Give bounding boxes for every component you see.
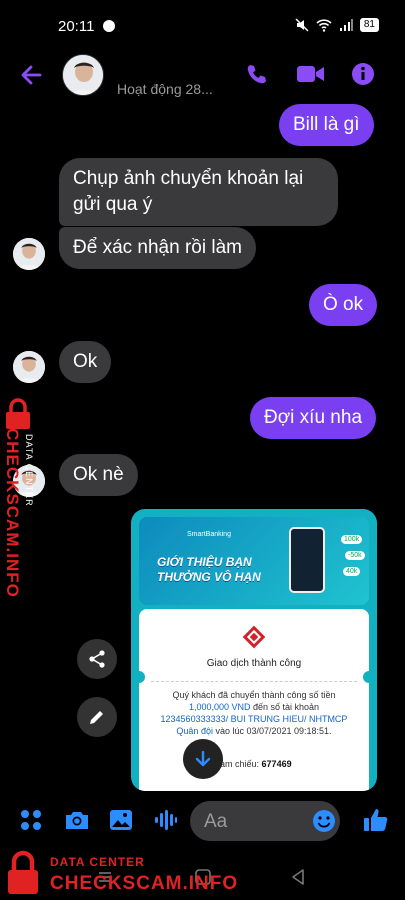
message-incoming[interactable]: Ok nè (59, 454, 138, 496)
edit-button[interactable] (77, 697, 117, 737)
gallery-icon[interactable] (109, 809, 133, 831)
transfer-receipt: Giao dịch thành công Quý khách đã chuyển… (133, 609, 375, 791)
phone-icon[interactable] (245, 62, 269, 86)
status-bar: 20:11 81 (0, 0, 405, 52)
message-incoming[interactable]: Để xác nhận rồi làm (59, 227, 256, 269)
active-status: Hoạt động 28... (117, 81, 213, 97)
sender-avatar[interactable] (13, 238, 45, 270)
messenger-notification-icon (103, 20, 115, 32)
share-button[interactable] (77, 639, 117, 679)
status-icons: 81 (295, 18, 379, 32)
emoji-icon[interactable] (312, 809, 336, 833)
message-composer: Aa (0, 795, 405, 847)
message-incoming[interactable]: Ok (59, 341, 112, 383)
apps-icon[interactable] (20, 809, 42, 831)
microphone-icon[interactable] (154, 809, 178, 831)
receipt-title: Giao dịch thành công (206, 658, 302, 669)
banner-chip: 100k (341, 535, 363, 544)
back-arrow-icon[interactable] (18, 62, 44, 88)
pencil-icon (90, 711, 103, 724)
contact-avatar[interactable] (62, 54, 104, 96)
battery-level: 81 (359, 18, 379, 32)
status-time: 20:11 (58, 18, 95, 35)
receipt-body: Quý khách đã chuyển thành công số tiền 1… (160, 690, 348, 736)
sender-avatar[interactable] (13, 351, 45, 383)
bank-logo (242, 625, 266, 649)
back-nav-icon[interactable] (290, 868, 306, 886)
promo-banner: SmartBanking GIỚI THIỆU BẠN THƯỞNG VÔ HẠ… (139, 517, 369, 605)
image-attachment[interactable]: SmartBanking GIỚI THIỆU BẠN THƯỞNG VÔ HẠ… (131, 509, 377, 791)
message-outgoing[interactable]: Ò ok (309, 284, 378, 326)
watermark-bottom: DATA CENTER CHECKSCAM.INFO (0, 848, 250, 900)
phone-illustration (289, 527, 325, 593)
info-icon[interactable] (351, 62, 375, 86)
banner-brand: SmartBanking (187, 531, 231, 538)
watermark-side-sub: DATA CENTER (24, 434, 34, 507)
camera-icon[interactable] (64, 809, 90, 831)
watermark-side: CHECKSCAM.INFO DATA CENTER (0, 398, 40, 598)
share-icon (89, 650, 105, 668)
transfer-amount: 1,000,000 VND (188, 702, 251, 712)
lock-icon (6, 398, 30, 429)
message-input-placeholder: Aa (204, 811, 228, 832)
watermark-side-text: CHECKSCAM.INFO (3, 428, 22, 598)
conversation-header: Hoạt động 28... (0, 52, 405, 100)
mute-icon (295, 18, 309, 32)
message-incoming[interactable]: Chụp ảnh chuyển khoản lại gửi qua ý (59, 158, 338, 226)
video-camera-icon[interactable] (297, 64, 325, 84)
banner-chip: -50k (345, 551, 365, 560)
watermark-bottom-text: CHECKSCAM.INFO (50, 873, 239, 894)
banner-title: GIỚI THIỆU BẠN THƯỞNG VÔ HẠN (157, 555, 261, 584)
arrow-down-icon (195, 750, 211, 767)
watermark-bottom-sub: DATA CENTER (50, 855, 145, 869)
message-outgoing[interactable]: Bill là gì (279, 104, 374, 146)
signal-icon (339, 18, 353, 31)
message-outgoing[interactable]: Đợi xíu nha (250, 397, 377, 439)
like-icon[interactable] (363, 807, 389, 833)
wifi-icon (316, 18, 332, 32)
scroll-to-bottom-button[interactable] (183, 739, 223, 779)
lock-icon (8, 850, 38, 894)
banner-chip: 40k (343, 567, 361, 576)
